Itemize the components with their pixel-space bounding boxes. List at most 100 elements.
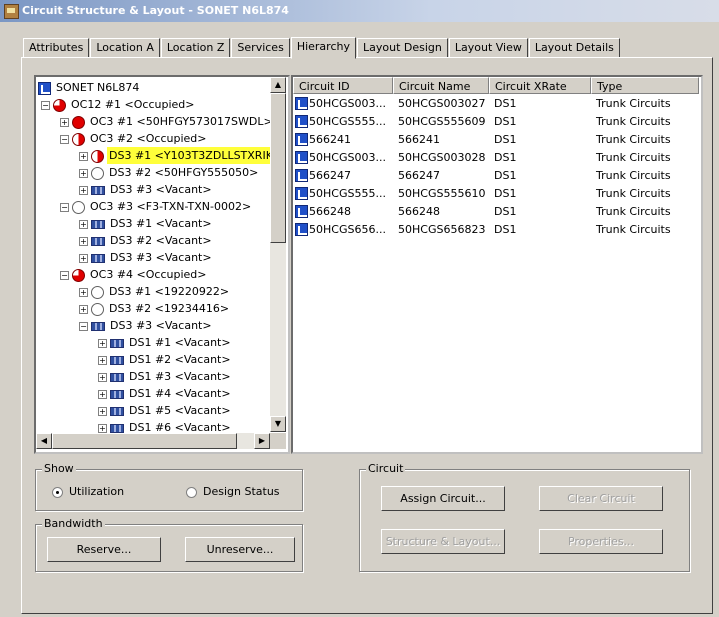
tree-horizontal-scrollbar[interactable]: ◀ ▶ bbox=[36, 433, 270, 449]
scroll-left-arrow-icon[interactable]: ◀ bbox=[36, 433, 52, 449]
list-cell: 50HCGS555610 bbox=[398, 187, 486, 200]
sonet-icon bbox=[38, 81, 51, 95]
tab-location-z[interactable]: Location Z bbox=[160, 38, 231, 57]
utilization-radio[interactable]: Utilization bbox=[52, 485, 124, 498]
tree-node-label: OC12 #1 <Occupied> bbox=[71, 98, 195, 111]
expand-icon[interactable]: + bbox=[98, 355, 107, 365]
expand-icon[interactable]: + bbox=[79, 219, 88, 229]
tree-node[interactable]: + DS3 #2 <50HFGY555050> bbox=[79, 164, 260, 181]
expand-icon[interactable]: + bbox=[98, 389, 107, 399]
tree-node[interactable]: − OC3 #4 <Occupied> bbox=[60, 266, 209, 283]
vacant-icon bbox=[91, 219, 105, 229]
collapse-icon[interactable]: − bbox=[79, 321, 88, 331]
reserve-button[interactable]: Reserve... bbox=[47, 537, 161, 562]
tree-node[interactable]: + DS3 #1 <Y103T3ZDLLSTXRIK bbox=[79, 147, 275, 164]
empty-circle-icon bbox=[72, 200, 85, 214]
unreserve-button[interactable]: Unreserve... bbox=[185, 537, 295, 562]
expand-icon[interactable]: + bbox=[98, 423, 107, 433]
tree-node[interactable]: + DS1 #4 <Vacant> bbox=[98, 385, 233, 402]
tree-node[interactable]: + DS3 #3 <Vacant> bbox=[79, 181, 214, 198]
tree-node[interactable]: − DS3 #3 <Vacant> bbox=[79, 317, 214, 334]
bandwidth-group: Bandwidth Reserve... Unreserve... bbox=[35, 517, 303, 572]
title-bar[interactable]: Circuit Structure & Layout - SONET N6L87… bbox=[0, 0, 719, 22]
list-cell: Trunk Circuits bbox=[596, 115, 671, 128]
tree-vertical-scrollbar[interactable]: ▲ ▼ bbox=[270, 77, 286, 432]
tree-node[interactable]: + DS1 #5 <Vacant> bbox=[98, 402, 233, 419]
list-cell: 566248 bbox=[398, 205, 440, 218]
list-cell: Trunk Circuits bbox=[596, 205, 671, 218]
tree-node-label: DS1 #5 <Vacant> bbox=[129, 404, 231, 417]
hierarchy-tree[interactable]: SONET N6L874 − OC12 #1 <Occupied> + OC3 #1 <… bbox=[34, 75, 290, 454]
bandwidth-group-label: Bandwidth bbox=[42, 517, 105, 530]
tree-node[interactable]: + DS3 #1 <19220922> bbox=[79, 283, 231, 300]
tree-node[interactable]: SONET N6L874 bbox=[38, 79, 141, 96]
expand-icon[interactable]: + bbox=[79, 185, 88, 195]
tab-hierarchy[interactable]: Hierarchy bbox=[290, 37, 356, 59]
design-status-radio[interactable]: Design Status bbox=[186, 485, 280, 498]
empty-circle-icon bbox=[91, 285, 104, 299]
list-row[interactable]: 50HCGS003... 50HCGS003027 DS1 Trunk Circuit… bbox=[293, 95, 701, 112]
expand-icon[interactable]: + bbox=[98, 372, 107, 382]
scroll-right-arrow-icon[interactable]: ▶ bbox=[254, 433, 270, 449]
half-circle-icon bbox=[72, 132, 85, 146]
tree-node[interactable]: + DS3 #3 <Vacant> bbox=[79, 249, 214, 266]
tree-node[interactable]: + DS3 #2 <19234416> bbox=[79, 300, 231, 317]
list-row[interactable]: 566248 566248 DS1 Trunk Circuits bbox=[293, 203, 701, 220]
list-row[interactable]: 50HCGS555... 50HCGS555609 DS1 Trunk Circuit… bbox=[293, 113, 701, 130]
expand-icon[interactable]: + bbox=[79, 304, 88, 314]
tab-layout-view[interactable]: Layout View bbox=[448, 38, 528, 57]
column-header[interactable]: Type bbox=[591, 77, 699, 94]
assign-circuit-button[interactable]: Assign Circuit... bbox=[381, 486, 505, 511]
tab-services[interactable]: Services bbox=[231, 38, 290, 57]
collapse-icon[interactable]: − bbox=[41, 100, 50, 110]
expand-icon[interactable]: + bbox=[79, 236, 88, 246]
clear-circuit-button[interactable]: Clear Circuit bbox=[539, 486, 663, 511]
tree-node[interactable]: − OC12 #1 <Occupied> bbox=[41, 96, 197, 113]
expand-icon[interactable]: + bbox=[60, 117, 69, 127]
expand-icon[interactable]: + bbox=[98, 338, 107, 348]
expand-icon[interactable]: + bbox=[98, 406, 107, 416]
tree-node[interactable]: − OC3 #3 <F3-TXN-TXN-0002> bbox=[60, 198, 253, 215]
list-cell: DS1 bbox=[494, 97, 517, 110]
tree-node[interactable]: + DS1 #1 <Vacant> bbox=[98, 334, 233, 351]
circuit-list[interactable]: Circuit ID Circuit Name Circuit XRate Type 5… bbox=[291, 75, 703, 454]
collapse-icon[interactable]: − bbox=[60, 134, 69, 144]
tab-attributes[interactable]: Attributes bbox=[23, 38, 90, 57]
column-header[interactable]: Circuit XRate bbox=[489, 77, 591, 94]
tree-node[interactable]: − OC3 #2 <Occupied> bbox=[60, 130, 209, 147]
expand-icon[interactable]: + bbox=[79, 253, 88, 263]
full-circle-icon bbox=[72, 115, 85, 129]
vertical-scroll-thumb[interactable] bbox=[270, 93, 286, 243]
horizontal-scroll-thumb[interactable] bbox=[52, 433, 237, 449]
list-row[interactable]: 566247 566247 DS1 Trunk Circuits bbox=[293, 167, 701, 184]
list-row[interactable]: 566241 566241 DS1 Trunk Circuits bbox=[293, 131, 701, 148]
tab-layout-design[interactable]: Layout Design bbox=[356, 38, 448, 57]
tree-node[interactable]: + DS3 #2 <Vacant> bbox=[79, 232, 214, 249]
properties-button[interactable]: Properties... bbox=[539, 529, 663, 554]
list-cell: 566241 bbox=[309, 133, 351, 146]
tab-layout-details[interactable]: Layout Details bbox=[528, 38, 620, 57]
radio-selected-icon bbox=[52, 486, 63, 498]
scroll-up-arrow-icon[interactable]: ▲ bbox=[270, 77, 286, 93]
tree-node[interactable]: + DS3 #1 <Vacant> bbox=[79, 215, 214, 232]
scroll-down-arrow-icon[interactable]: ▼ bbox=[270, 416, 286, 432]
expand-icon[interactable]: + bbox=[79, 168, 88, 178]
tree-node-label: OC3 #4 <Occupied> bbox=[90, 268, 207, 281]
list-cell: Trunk Circuits bbox=[596, 187, 671, 200]
tree-node[interactable]: + DS1 #3 <Vacant> bbox=[98, 368, 233, 385]
tree-node[interactable]: + OC3 #1 <50HFGY573017SWDL> bbox=[60, 113, 275, 130]
structure-layout-button[interactable]: Structure & Layout... bbox=[381, 529, 505, 554]
tree-node[interactable]: + DS1 #2 <Vacant> bbox=[98, 351, 233, 368]
list-row[interactable]: 50HCGS656... 50HCGS656823 DS1 Trunk Circuit… bbox=[293, 221, 701, 238]
tab-location-a[interactable]: Location A bbox=[90, 38, 160, 57]
column-header[interactable]: Circuit Name bbox=[393, 77, 489, 94]
collapse-icon[interactable]: − bbox=[60, 202, 69, 212]
expand-icon[interactable]: + bbox=[79, 287, 88, 297]
list-row[interactable]: 50HCGS555... 50HCGS555610 DS1 Trunk Circuit… bbox=[293, 185, 701, 202]
circuit-group-label: Circuit bbox=[366, 462, 406, 475]
collapse-icon[interactable]: − bbox=[60, 270, 69, 280]
list-row[interactable]: 50HCGS003... 50HCGS003028 DS1 Trunk Circuit… bbox=[293, 149, 701, 166]
column-header[interactable]: Circuit ID bbox=[293, 77, 393, 94]
expand-icon[interactable]: + bbox=[79, 151, 88, 161]
app-icon bbox=[4, 4, 19, 19]
